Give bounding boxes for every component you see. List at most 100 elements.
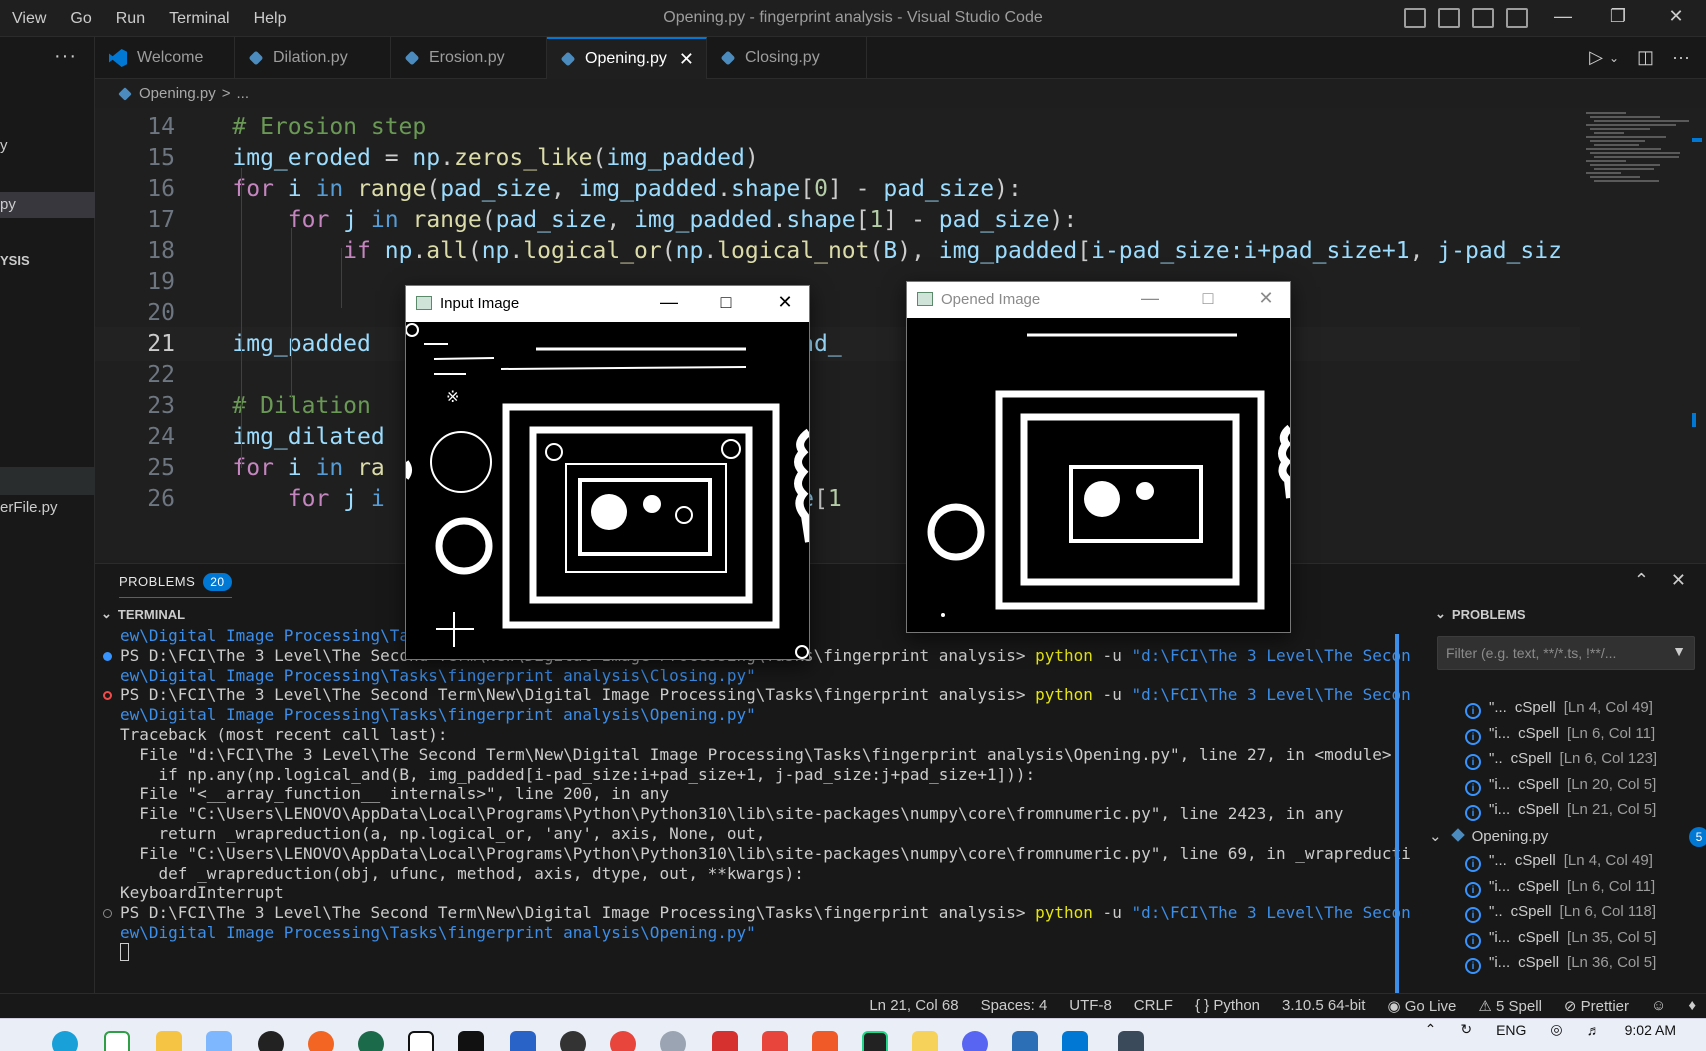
command-decoration-icon[interactable]	[103, 909, 112, 919]
code-line[interactable]: 20	[95, 296, 1580, 330]
problem-item[interactable]: i "... cSpell [Ln 4, Col 49]	[1465, 699, 1706, 725]
split-editor-icon[interactable]: ◫	[1637, 47, 1654, 68]
breadcrumb-file[interactable]: Opening.py	[139, 85, 216, 102]
code-line[interactable]: 16 for i in range(pad_size, img_padded.s…	[95, 172, 1580, 206]
line-ending[interactable]: CRLF	[1134, 997, 1173, 1015]
spell-warnings[interactable]: ⚠ 5 Spell	[1478, 997, 1542, 1015]
explorer-item-selected[interactable]: py	[0, 192, 95, 218]
command-decoration-icon[interactable]	[103, 691, 112, 701]
close-window-button[interactable]: ✕	[1656, 6, 1696, 27]
cursor-position[interactable]: Ln 21, Col 68	[869, 997, 958, 1015]
edge-icon[interactable]	[52, 1031, 78, 1051]
maximize-panel-icon[interactable]: ⌃	[1634, 570, 1649, 591]
editor-scrollbar[interactable]	[1690, 108, 1706, 560]
maximize-icon[interactable]: □	[1193, 288, 1223, 309]
app-icon[interactable]	[458, 1031, 484, 1051]
breadcrumb-symbols[interactable]: ...	[237, 85, 250, 102]
problem-item[interactable]: i ".. cSpell [Ln 6, Col 118]	[1465, 903, 1706, 929]
toggle-panel-icon[interactable]	[1438, 8, 1460, 28]
close-panel-icon[interactable]: ✕	[1671, 570, 1686, 591]
minimap[interactable]	[1580, 108, 1690, 560]
run-python-file-icon[interactable]: ▷	[1589, 47, 1603, 68]
filter-icon[interactable]: ▼	[1672, 643, 1686, 659]
terminal-output[interactable]: ew\Digital Image Processing\Tasks\finger…	[95, 624, 1411, 994]
encoding[interactable]: UTF-8	[1069, 997, 1112, 1015]
volume-icon[interactable]: ♬	[1587, 1022, 1601, 1038]
app-icon[interactable]	[712, 1031, 738, 1051]
close-icon[interactable]: ✕	[1251, 288, 1281, 309]
app-icon[interactable]	[762, 1031, 788, 1051]
tab-erosion[interactable]: Erosion.py	[391, 37, 547, 79]
app-icon[interactable]	[812, 1031, 838, 1051]
python-window-icon[interactable]	[1118, 1031, 1144, 1051]
code-editor[interactable]: 14 # Erosion step 15 img_eroded = np.zero…	[95, 108, 1580, 560]
discord-icon[interactable]	[962, 1031, 988, 1051]
code-line[interactable]: 22	[95, 358, 1580, 392]
app-icon[interactable]	[660, 1031, 686, 1051]
problem-item[interactable]: i "i... cSpell [Ln 6, Col 11]	[1465, 725, 1706, 751]
problem-item[interactable]: i "i... cSpell [Ln 35, Col 5]	[1465, 929, 1706, 955]
app-icon[interactable]	[560, 1031, 586, 1051]
notion-icon[interactable]	[408, 1031, 434, 1051]
tab-dilation[interactable]: Dilation.py	[235, 37, 391, 79]
code-line[interactable]: 14 # Erosion step	[95, 110, 1580, 144]
tab-closing[interactable]: Closing.py	[707, 37, 867, 79]
minimize-icon[interactable]: —	[1135, 288, 1165, 309]
run-dropdown-icon[interactable]: ⌄	[1609, 51, 1619, 68]
tab-problems[interactable]: PROBLEMS 20	[119, 573, 232, 598]
problem-item[interactable]: i "i... cSpell [Ln 21, Col 5]	[1465, 801, 1706, 827]
maximize-icon[interactable]: □	[711, 292, 741, 313]
code-line[interactable]: 15 img_eroded = np.zeros_like(img_padded…	[95, 141, 1580, 175]
toggle-secondary-sidebar-icon[interactable]	[1472, 8, 1494, 28]
vscode-taskbar-icon[interactable]	[1062, 1031, 1088, 1051]
code-line[interactable]: 18 if np.all(np.logical_or(np.logical_no…	[95, 234, 1580, 268]
problems-file-group[interactable]: ⌄ Opening.py 5	[1429, 826, 1706, 853]
input-image-window[interactable]: Input Image — □ ✕ ※	[405, 285, 810, 660]
indentation[interactable]: Spaces: 4	[981, 997, 1048, 1015]
wifi-icon[interactable]: ◎	[1550, 1021, 1562, 1038]
explorer-folder[interactable]: YSIS	[0, 248, 95, 274]
app-icon[interactable]	[358, 1031, 384, 1051]
code-line[interactable]: 21 img_padded ze, pad_	[95, 327, 1580, 361]
explorer-item[interactable]: y	[0, 133, 95, 159]
code-line[interactable]: 19	[95, 265, 1580, 299]
code-line[interactable]: 17 for j in range(pad_size, img_padded.s…	[95, 203, 1580, 237]
tab-opening[interactable]: Opening.py ✕	[547, 37, 707, 79]
explorer-item[interactable]: erFile.py	[0, 495, 95, 521]
github-icon[interactable]	[258, 1031, 284, 1051]
more-actions-icon[interactable]: ···	[54, 45, 77, 68]
file-explorer-icon[interactable]	[156, 1031, 182, 1051]
app-icon[interactable]	[206, 1031, 232, 1051]
command-decoration-icon[interactable]	[103, 651, 112, 661]
problem-item[interactable]: i "i... cSpell [Ln 20, Col 5]	[1465, 776, 1706, 802]
app-icon[interactable]	[912, 1031, 938, 1051]
code-line[interactable]: 24 img_dilated	[95, 420, 1580, 454]
problem-item[interactable]: i "i... cSpell [Ln 6, Col 11]	[1465, 878, 1706, 904]
close-tab-icon[interactable]: ✕	[679, 49, 694, 70]
tray-chevron-icon[interactable]: ⌃	[1425, 1021, 1437, 1038]
explorer-item-hover[interactable]	[0, 467, 95, 495]
restore-button[interactable]: ❐	[1598, 6, 1638, 27]
problems-filter-input[interactable]: Filter (e.g. text, **/*.ts, !**/... ▼	[1437, 636, 1695, 670]
problems-header[interactable]: ⌄ PROBLEMS	[1435, 602, 1526, 626]
opened-image-window[interactable]: Opened Image — □ ✕	[906, 281, 1291, 633]
code-line[interactable]: 26 for j i shape[1	[95, 482, 1580, 516]
language-indicator[interactable]: ENG	[1496, 1022, 1526, 1038]
problem-item[interactable]: i "... cSpell [Ln 4, Col 49]	[1465, 852, 1706, 878]
chrome-icon[interactable]	[610, 1031, 636, 1051]
close-icon[interactable]: ✕	[770, 292, 800, 313]
notifications-icon[interactable]: ♦	[1688, 997, 1696, 1015]
more-actions-icon[interactable]: ···	[1672, 47, 1690, 68]
toggle-primary-sidebar-icon[interactable]	[1404, 8, 1426, 28]
window-titlebar[interactable]: Input Image — □ ✕	[406, 286, 809, 322]
minimize-icon[interactable]: —	[654, 292, 684, 313]
problem-item[interactable]: i ".. cSpell [Ln 6, Col 123]	[1465, 750, 1706, 776]
terminal-scrollbar[interactable]	[1395, 634, 1399, 994]
app-icon[interactable]	[1012, 1031, 1038, 1051]
app-icon[interactable]	[308, 1031, 334, 1051]
window-titlebar[interactable]: Opened Image — □ ✕	[907, 282, 1290, 318]
sync-icon[interactable]: ↻	[1460, 1021, 1472, 1038]
code-line[interactable]: 23 # Dilation	[95, 389, 1580, 423]
clock[interactable]: 9:02 AM	[1625, 1022, 1676, 1038]
prettier[interactable]: ⊘ Prettier	[1564, 997, 1629, 1015]
